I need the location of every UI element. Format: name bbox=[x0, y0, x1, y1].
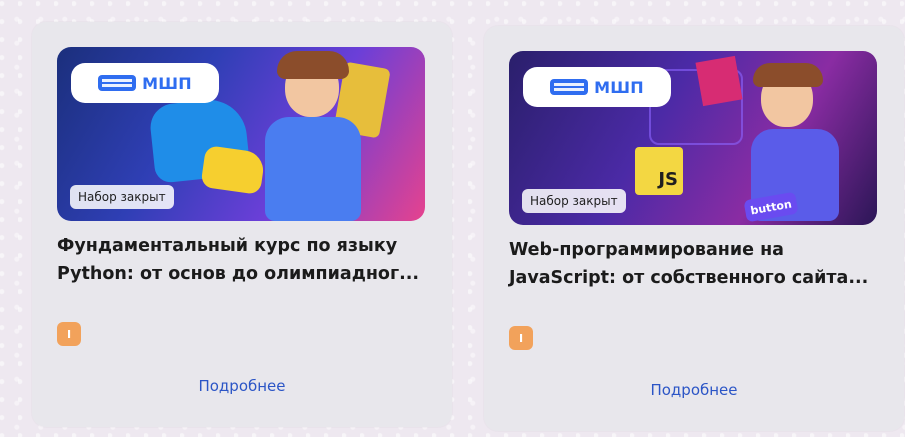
enrollment-closed-badge: Набор закрыт bbox=[70, 185, 174, 209]
mshp-logo: МШП bbox=[71, 63, 219, 103]
brand-name: МШП bbox=[594, 77, 644, 97]
course-banner[interactable]: JS button МШП Набор закрыт bbox=[509, 51, 877, 225]
course-title[interactable]: Фундаментальный курс по языку Python: от… bbox=[57, 232, 429, 288]
details-link[interactable]: Подробнее bbox=[484, 380, 904, 400]
level-badge: I bbox=[57, 322, 81, 346]
course-card-python[interactable]: МШП Набор закрыт Фундаментальный курс по… bbox=[32, 22, 452, 427]
python-logo-illustration bbox=[200, 145, 266, 195]
brand-name: МШП bbox=[142, 73, 192, 93]
enrollment-closed-badge: Набор закрыт bbox=[522, 189, 626, 213]
javascript-logo-illustration: JS bbox=[635, 147, 683, 195]
course-banner[interactable]: МШП Набор закрыт bbox=[57, 47, 425, 221]
level-badge: I bbox=[509, 326, 533, 350]
course-card-javascript[interactable]: JS button МШП Набор закрыт Web-программи… bbox=[484, 26, 904, 431]
character-illustration bbox=[265, 117, 361, 221]
details-link[interactable]: Подробнее bbox=[32, 376, 452, 396]
keyboard-icon bbox=[550, 79, 589, 95]
keyboard-icon bbox=[98, 75, 137, 91]
character-hair-illustration bbox=[753, 63, 823, 87]
course-title[interactable]: Web-программирование на JavaScript: от с… bbox=[509, 236, 881, 292]
pink-square-illustration bbox=[695, 55, 743, 107]
mshp-logo: МШП bbox=[523, 67, 671, 107]
character-hair-illustration bbox=[277, 51, 349, 79]
